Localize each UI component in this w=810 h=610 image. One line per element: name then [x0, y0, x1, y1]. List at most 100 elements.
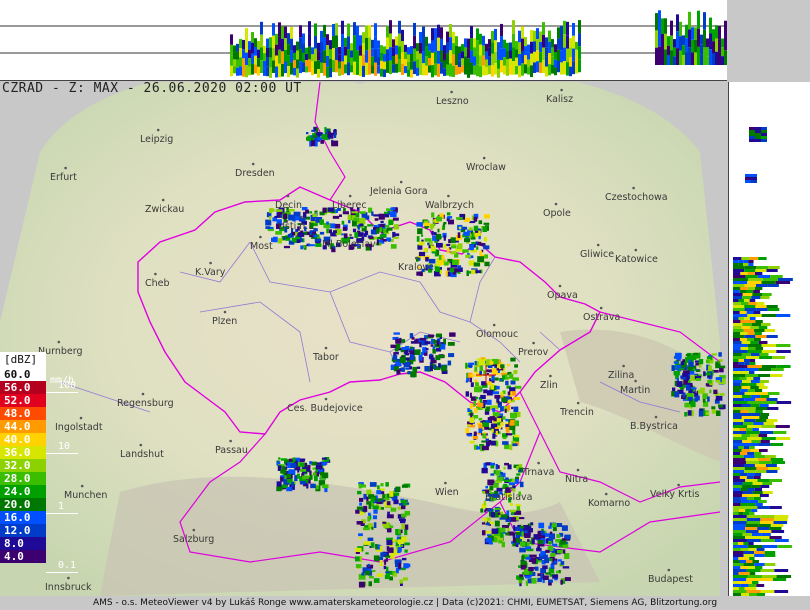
- profile-cell: [745, 560, 753, 563]
- profile-cell: [761, 139, 767, 142]
- profile-cell: [733, 497, 740, 500]
- profile-cell: [413, 61, 416, 75]
- profile-cell: [455, 55, 458, 66]
- legend-row: 52.0: [0, 394, 46, 407]
- profile-cell: [742, 296, 752, 299]
- profile-cell: [741, 494, 751, 497]
- profile-cell: [715, 51, 718, 65]
- profile-cell: [353, 35, 356, 49]
- echo-cell: [525, 580, 528, 586]
- profile-cell: [338, 54, 341, 62]
- profile-cell: [440, 62, 443, 74]
- profile-cell: [386, 49, 389, 62]
- profile-cell: [395, 63, 398, 73]
- profile-cell: [743, 563, 755, 566]
- echo-cell: [366, 496, 369, 502]
- echo-cell: [399, 367, 404, 371]
- echo-cell: [504, 479, 511, 482]
- echo-cell: [500, 407, 503, 412]
- profile-cell: [272, 35, 275, 49]
- profile-cell: [578, 20, 581, 34]
- profile-cell: [661, 33, 664, 50]
- echo-cell: [496, 487, 503, 492]
- city-dot: [576, 401, 580, 405]
- echo-cell: [392, 355, 398, 360]
- profile-cell: [236, 43, 239, 52]
- echo-cell: [443, 235, 446, 241]
- city-dot: [677, 483, 680, 487]
- profile-cell: [548, 52, 551, 65]
- profile-cell: [747, 320, 756, 323]
- city-dot: [64, 166, 67, 170]
- echo-cell: [505, 433, 513, 436]
- profile-cell: [422, 38, 425, 52]
- profile-cell: [667, 55, 670, 65]
- echo-cell: [386, 237, 392, 241]
- echo-cell: [401, 347, 407, 350]
- echo-cell: [473, 400, 476, 406]
- echo-cell: [550, 552, 556, 557]
- echo-cell: [438, 363, 441, 368]
- city-dot: [209, 261, 212, 265]
- profile-cell: [697, 28, 700, 47]
- echo-cell: [458, 226, 462, 230]
- profile-cell: [745, 174, 751, 177]
- profile-cell: [771, 368, 784, 371]
- radar-map[interactable]: Leszno Kalisz Leipzig Wroclaw Erfurt Dresden J…: [0, 82, 727, 596]
- city-dot: [399, 180, 403, 184]
- echo-cell: [312, 135, 318, 138]
- echo-cell: [707, 380, 712, 384]
- profile-cell: [368, 37, 371, 50]
- profile-cell: [733, 257, 742, 260]
- meteoviewer-screen: Leszno Kalisz Leipzig Wroclaw Erfurt Dresden J…: [0, 0, 810, 610]
- profile-cell: [572, 48, 575, 62]
- echo-cell: [387, 547, 394, 553]
- profile-cell: [761, 344, 777, 347]
- echo-cell: [469, 377, 472, 383]
- echo-cell: [492, 433, 496, 439]
- echo-cell: [395, 563, 399, 568]
- profile-cell: [755, 470, 767, 473]
- echo-cell: [386, 537, 393, 540]
- profile-cell: [751, 533, 762, 536]
- echo-cell: [473, 216, 478, 222]
- echo-cell: [545, 538, 549, 544]
- profile-cell: [341, 20, 344, 35]
- echo-cell: [401, 523, 405, 530]
- profile-cell: [260, 34, 263, 48]
- profile-cell: [733, 452, 741, 455]
- city-dot: [554, 202, 558, 206]
- profile-cell: [759, 380, 769, 383]
- profile-cell: [533, 30, 536, 42]
- echo-cell: [355, 547, 362, 552]
- echo-cell: [510, 412, 517, 419]
- profile-cell: [724, 20, 727, 36]
- echo-cell: [496, 397, 500, 403]
- rate-mark-label: 0.1: [58, 560, 77, 571]
- profile-cell: [742, 293, 753, 296]
- profile-cell: [749, 133, 755, 136]
- profile-cell: [422, 51, 425, 64]
- profile-cell: [380, 45, 383, 54]
- profile-cell: [770, 458, 784, 461]
- profile-cell: [750, 416, 760, 419]
- echo-cell: [519, 547, 526, 553]
- city-dot: [154, 272, 157, 276]
- echo-cell: [306, 136, 312, 141]
- echo-cell: [351, 211, 358, 214]
- echo-cell: [352, 221, 357, 227]
- echo-cell: [482, 421, 489, 427]
- echo-cell: [505, 477, 509, 481]
- profile-cell: [745, 180, 751, 183]
- profile-cell: [344, 64, 347, 74]
- profile-cell: [733, 473, 741, 476]
- profile-cell: [745, 527, 758, 530]
- profile-cell: [756, 548, 765, 551]
- profile-cell: [741, 326, 751, 329]
- echo-cell: [514, 364, 518, 368]
- profile-cell: [761, 323, 771, 326]
- right-echo-columns: [733, 127, 793, 602]
- profile-cell: [410, 46, 413, 54]
- echo-cell: [449, 332, 456, 337]
- profile-cell: [305, 66, 308, 73]
